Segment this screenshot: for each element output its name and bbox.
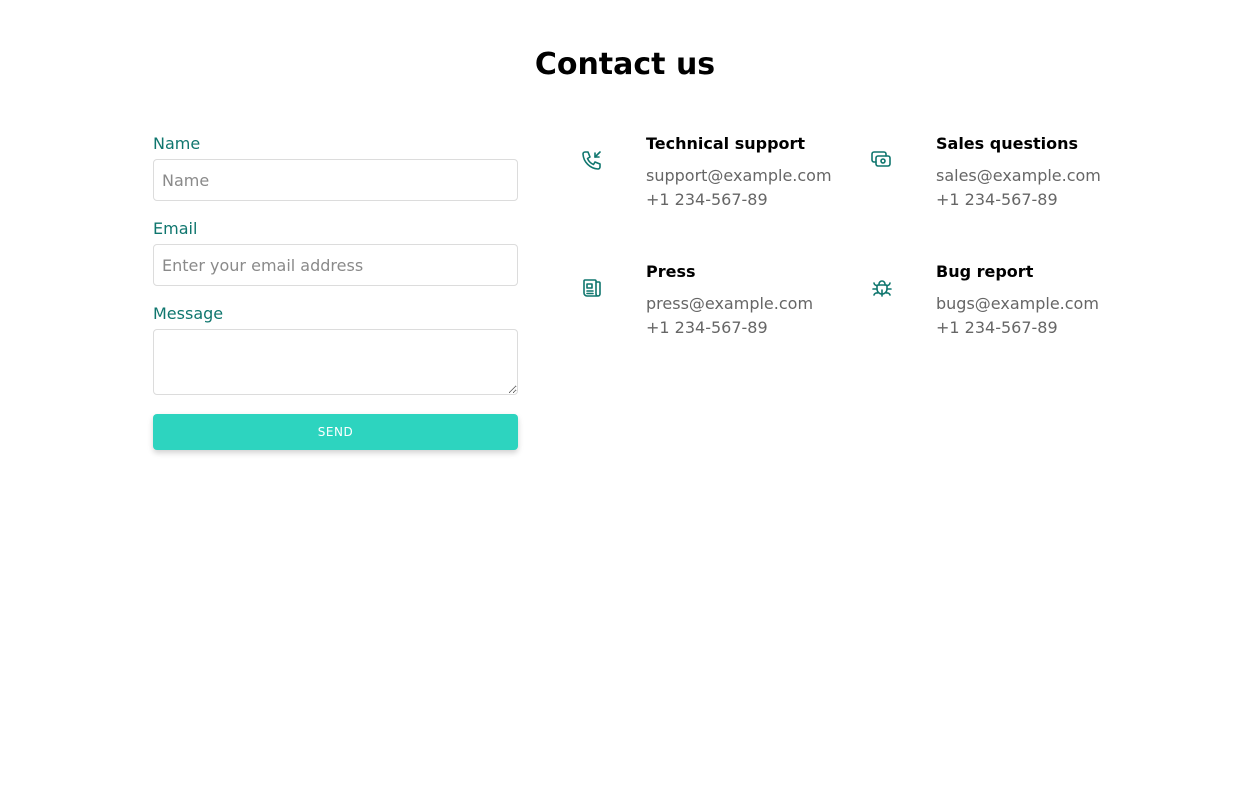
contact-card-body: Bug report bugs@example.com +1 234-567-8…	[936, 262, 1099, 340]
contact-card-body: Sales questions sales@example.com +1 234…	[936, 134, 1101, 212]
contact-card-title: Sales questions	[936, 134, 1079, 153]
contact-card-body: Technical support support@example.com +1…	[646, 134, 832, 212]
contact-card-title: Technical support	[646, 134, 806, 153]
message-textarea[interactable]	[153, 329, 518, 395]
contact-email[interactable]: bugs@example.com	[936, 292, 1099, 316]
page-title: Contact us	[534, 47, 716, 82]
contact-card-body: Press press@example.com +1 234-567-89	[646, 262, 813, 340]
phone-incoming-icon	[580, 148, 608, 176]
email-label: Email	[153, 219, 198, 238]
newspaper-icon	[580, 276, 608, 304]
send-button[interactable]: SEND	[153, 414, 518, 450]
message-label: Message	[153, 304, 224, 323]
contact-page: Contact us Name Email Message SEND	[0, 0, 1250, 800]
name-input[interactable]	[153, 159, 518, 201]
email-input[interactable]	[153, 244, 518, 286]
contact-phone[interactable]: +1 234-567-89	[936, 316, 1099, 340]
contact-email[interactable]: support@example.com	[646, 164, 832, 188]
bug-icon	[870, 276, 898, 304]
cash-icon	[870, 148, 898, 176]
name-field-group: Name	[153, 134, 518, 201]
name-label: Name	[153, 134, 201, 153]
contact-phone[interactable]: +1 234-567-89	[646, 188, 832, 212]
contact-phone[interactable]: +1 234-567-89	[936, 188, 1101, 212]
contact-card-title: Bug report	[936, 262, 1034, 281]
contact-phone[interactable]: +1 234-567-89	[646, 316, 813, 340]
email-field-group: Email	[153, 219, 518, 286]
contact-email[interactable]: press@example.com	[646, 292, 813, 316]
message-field-group: Message	[153, 304, 518, 395]
contact-card-title: Press	[646, 262, 696, 281]
contact-form: Name Email Message SEND	[153, 134, 518, 450]
contact-email[interactable]: sales@example.com	[936, 164, 1101, 188]
